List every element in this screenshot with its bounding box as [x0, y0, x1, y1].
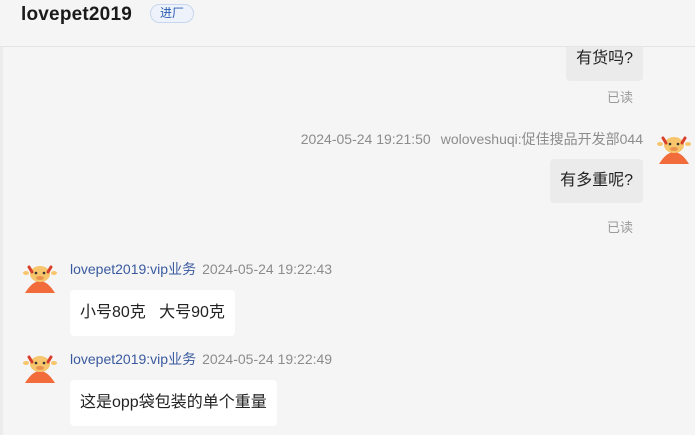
message-bubble-incoming[interactable]: 这是opp袋包装的单个重量 — [70, 380, 277, 426]
message-text: 有多重呢? — [560, 172, 633, 189]
message-bubble-outgoing[interactable]: 有多重呢? — [550, 159, 643, 203]
avatar-contact[interactable] — [22, 349, 58, 385]
message-text: 有货吗? — [576, 50, 633, 67]
avatar-self[interactable] — [656, 130, 692, 166]
message-sender: woloveshuqi:促佳搜品开发部044 — [440, 131, 643, 147]
message-text: 这是opp袋包装的单个重量 — [80, 394, 267, 411]
message-meta: lovepet2019:vip业务 2024-05-24 19:22:43 — [70, 259, 332, 279]
message-bubble-outgoing[interactable]: 有货吗? — [566, 47, 643, 81]
chat-header: lovepet2019 进厂 — [0, 0, 695, 47]
cow-avatar-icon — [23, 355, 57, 383]
read-status: 已读 — [606, 90, 633, 105]
message-time: 2024-05-24 19:22:49 — [202, 351, 333, 367]
message-bubble-incoming[interactable]: 小号80克 大号90克 — [70, 290, 235, 336]
message-list[interactable]: 有货吗? 已读 2024-05-24 19:21:50 woloveshuqi:促… — [0, 47, 695, 435]
avatar-contact[interactable] — [22, 259, 58, 295]
contact-name[interactable]: lovepet2019 — [21, 4, 132, 26]
message-sender[interactable]: lovepet2019:vip业务 — [70, 261, 196, 277]
status-badge[interactable]: 进厂 — [150, 4, 195, 23]
message-time: 2024-05-24 19:22:43 — [202, 261, 333, 277]
message-time: 2024-05-24 19:21:50 — [300, 131, 431, 147]
read-status: 已读 — [606, 220, 633, 235]
message-sender[interactable]: lovepet2019:vip业务 — [70, 351, 196, 367]
message-meta: lovepet2019:vip业务 2024-05-24 19:22:49 — [70, 349, 332, 369]
cow-avatar-icon — [23, 265, 57, 293]
message-text: 小号80克 大号90克 — [80, 304, 225, 321]
message-meta: 2024-05-24 19:21:50 woloveshuqi:促佳搜品开发部04… — [301, 129, 643, 149]
cow-avatar-icon — [657, 136, 691, 164]
